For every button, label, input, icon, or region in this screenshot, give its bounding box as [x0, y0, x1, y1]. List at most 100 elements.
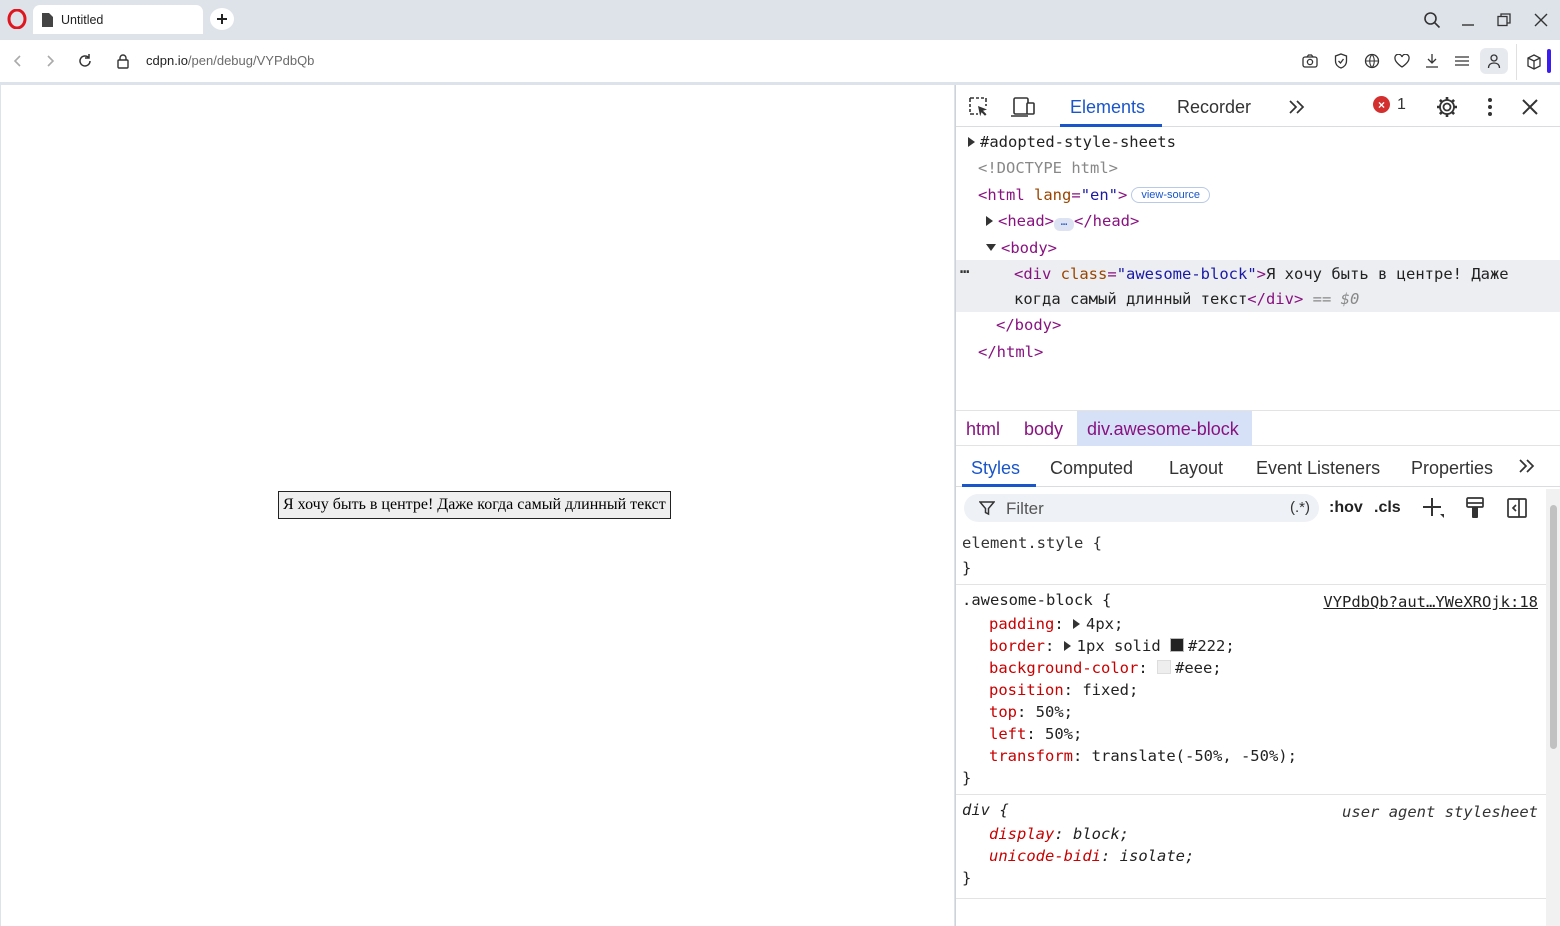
browser-tab[interactable]: Untitled — [33, 5, 203, 34]
style-prop-top[interactable]: top: 50%; — [989, 703, 1073, 721]
styles-pane: element.style { } .awesome-block { VYPdb… — [956, 529, 1546, 926]
node-actions-ellipsis-icon[interactable]: … — [960, 259, 969, 277]
rule-source-link[interactable]: VYPdbQb?aut…YWeXROjk:18 — [1323, 593, 1538, 611]
snapshot-button[interactable] — [1300, 51, 1320, 71]
dom-node-div[interactable]: <div class="awesome-block">Я хочу быть в… — [1014, 265, 1509, 283]
style-prop-background-color[interactable]: background-color: #eee; — [989, 659, 1222, 677]
customize-devtools-button[interactable] — [1477, 94, 1503, 120]
breadcrumb-div-awesome-block[interactable]: div.awesome-block — [1087, 419, 1239, 440]
style-prop-unicode-bidi[interactable]: unicode-bidi: isolate; — [989, 847, 1194, 865]
cube-icon[interactable] — [1526, 54, 1542, 70]
tab-title: Untitled — [61, 12, 104, 27]
div-open-tag: <div — [1014, 265, 1052, 283]
color-swatch[interactable] — [1170, 638, 1185, 652]
downloads-button[interactable] — [1422, 51, 1442, 71]
site-security-button[interactable] — [112, 50, 134, 72]
new-style-rule-button[interactable] — [1420, 494, 1446, 522]
sidebar-indicator[interactable] — [1547, 49, 1551, 73]
error-icon[interactable]: × — [1373, 96, 1390, 113]
rule-close-brace: } — [962, 559, 972, 577]
forward-button[interactable] — [39, 50, 61, 72]
new-tab-button[interactable] — [210, 8, 234, 30]
adblock-button[interactable] — [1331, 51, 1351, 71]
element-style-selector[interactable]: element.style { — [962, 534, 1102, 552]
dom-node-adopted-style-sheets[interactable]: #adopted-style-sheets — [968, 133, 1176, 151]
regex-toggle[interactable]: (.*) — [1290, 499, 1310, 516]
style-prop-left[interactable]: left: 50%; — [989, 725, 1082, 743]
dom-node-body[interactable]: <body> — [986, 239, 1057, 257]
dom-node-html[interactable]: <html lang="en"> view-source — [978, 186, 1211, 204]
expand-shorthand-icon[interactable] — [1073, 619, 1080, 629]
favorites-button[interactable] — [1392, 51, 1412, 71]
color-swatch[interactable] — [1156, 660, 1171, 674]
more-subtabs-button[interactable] — [1514, 453, 1540, 479]
opera-logo-icon[interactable] — [7, 9, 27, 29]
restore-button[interactable] — [1492, 8, 1516, 32]
close-window-button[interactable] — [1529, 8, 1553, 32]
error-count[interactable]: 1 — [1397, 96, 1406, 114]
tab-properties[interactable]: Properties — [1411, 458, 1493, 479]
minimize-icon — [1462, 24, 1474, 26]
tab-event-listeners[interactable]: Event Listeners — [1256, 458, 1380, 479]
tab-styles[interactable]: Styles — [971, 458, 1020, 479]
devtools-settings-button[interactable] — [1434, 94, 1460, 120]
url-field[interactable]: cdpn.io/pen/debug/VYPdbQb — [146, 53, 314, 68]
style-prop-padding[interactable]: padding: 4px; — [989, 615, 1123, 633]
device-toolbar-button[interactable] — [1010, 94, 1036, 120]
search-tabs-button[interactable] — [1420, 8, 1444, 32]
style-prop-position[interactable]: position: fixed; — [989, 681, 1138, 699]
tab-recorder[interactable]: Recorder — [1177, 97, 1251, 118]
tab-elements[interactable]: Elements — [1070, 97, 1145, 118]
breadcrumb-body[interactable]: body — [1024, 419, 1063, 440]
scrollbar-thumb[interactable] — [1550, 505, 1557, 749]
html-lang-value: "en" — [1080, 186, 1119, 204]
toggle-computed-sidebar-button[interactable] — [1504, 494, 1530, 522]
tab-computed[interactable]: Computed — [1050, 458, 1133, 479]
rule-element-style: element.style { } — [956, 529, 1546, 585]
dom-node-head[interactable]: <head>… </head> — [986, 212, 1139, 231]
collapse-triangle-icon[interactable] — [986, 244, 996, 251]
vpn-button[interactable] — [1362, 51, 1382, 71]
prop-value: fixed; — [1082, 681, 1139, 699]
ua-div-selector[interactable]: div { — [962, 801, 1009, 819]
class-toggle[interactable]: .cls — [1374, 499, 1401, 517]
style-prop-display[interactable]: display: block; — [989, 825, 1129, 843]
sidebar-tabs: Styles Computed Layout Event Listeners P… — [956, 447, 1560, 487]
kebab-menu-icon — [1488, 98, 1492, 116]
expand-triangle-icon[interactable] — [968, 137, 975, 147]
styles-filter-input[interactable]: Filter (.*) — [964, 494, 1319, 522]
dom-node-doctype[interactable]: <!DOCTYPE html> — [978, 159, 1118, 177]
close-devtools-button[interactable] — [1517, 94, 1543, 120]
hover-state-toggle[interactable]: :hov — [1329, 499, 1363, 517]
collapsed-ellipsis-icon[interactable]: … — [1054, 216, 1074, 231]
back-button[interactable] — [7, 50, 29, 72]
dom-node-html-close[interactable]: </html> — [978, 343, 1043, 361]
div-class-value: "awesome-block" — [1116, 265, 1257, 283]
prop-value: 4px; — [1086, 615, 1124, 633]
reload-button[interactable] — [74, 50, 96, 72]
style-prop-transform[interactable]: transform: translate(-50%, -50%); — [989, 747, 1297, 765]
breadcrumb-html[interactable]: html — [966, 419, 1000, 440]
expand-triangle-icon[interactable] — [986, 216, 993, 226]
easy-setup-button[interactable] — [1452, 51, 1472, 71]
prop-value: #eee; — [1174, 659, 1222, 677]
profile-button[interactable] — [1480, 48, 1508, 74]
double-chevron-right-icon — [1519, 459, 1535, 473]
address-bar: cdpn.io/pen/debug/VYPdbQb — [0, 40, 1560, 82]
dom-node-body-close[interactable]: </body> — [996, 316, 1061, 334]
styles-scrollbar[interactable] — [1546, 489, 1560, 926]
more-tabs-button[interactable] — [1284, 94, 1310, 120]
heart-icon — [1394, 54, 1410, 68]
view-source-badge[interactable]: view-source — [1131, 187, 1211, 203]
dom-node-div-continued[interactable]: когда самый длинный текст</div> == $0 — [1014, 290, 1359, 308]
forward-arrow-icon — [47, 55, 55, 67]
rendering-emulations-button[interactable] — [1462, 494, 1488, 522]
style-prop-border[interactable]: border: 1px solid #222; — [989, 637, 1235, 655]
minimize-button[interactable] — [1456, 8, 1480, 32]
expand-shorthand-icon[interactable] — [1063, 641, 1071, 651]
inspect-element-button[interactable] — [966, 94, 992, 120]
filter-icon — [979, 501, 995, 516]
awesome-block-selector[interactable]: .awesome-block { — [962, 591, 1111, 609]
download-icon — [1426, 54, 1438, 68]
tab-layout[interactable]: Layout — [1169, 458, 1223, 479]
